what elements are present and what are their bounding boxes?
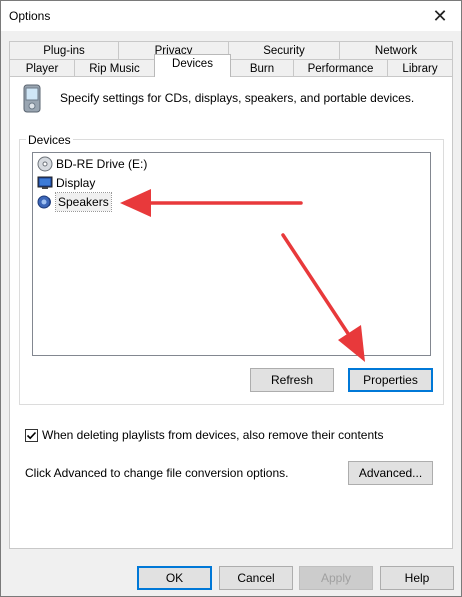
- list-item[interactable]: Speakers: [37, 192, 112, 212]
- help-button[interactable]: Help: [380, 566, 454, 590]
- tab-network[interactable]: Network: [339, 41, 453, 60]
- cancel-button[interactable]: Cancel: [219, 566, 293, 590]
- properties-button[interactable]: Properties: [348, 368, 433, 392]
- devices-list[interactable]: BD-RE Drive (E:) Display Speakers: [32, 152, 431, 356]
- delete-option-checkbox[interactable]: [25, 428, 38, 442]
- tab-plug-ins[interactable]: Plug-ins: [9, 41, 119, 60]
- delete-option-row[interactable]: When deleting playlists from devices, al…: [25, 428, 384, 442]
- tab-security[interactable]: Security: [228, 41, 340, 60]
- devices-group-label: Devices: [26, 133, 73, 147]
- window-title: Options: [9, 9, 51, 23]
- tab-devices[interactable]: Devices: [154, 54, 231, 77]
- delete-option-label: When deleting playlists from devices, al…: [42, 428, 384, 442]
- disc-drive-icon: [37, 156, 53, 172]
- title-bar: Options ✕: [1, 1, 461, 31]
- apply-button: Apply: [299, 566, 373, 590]
- intro-text: Specify settings for CDs, displays, spea…: [60, 91, 415, 105]
- advanced-button[interactable]: Advanced...: [348, 461, 433, 485]
- device-label: BD-RE Drive (E:): [56, 157, 148, 171]
- monitor-icon: [37, 175, 53, 191]
- close-icon[interactable]: ✕: [429, 5, 451, 27]
- portable-device-icon: [21, 84, 43, 117]
- ok-button[interactable]: OK: [137, 566, 212, 590]
- speaker-icon: [37, 194, 53, 210]
- refresh-button[interactable]: Refresh: [250, 368, 334, 392]
- advanced-hint: Click Advanced to change file conversion…: [25, 466, 289, 480]
- device-label: Speakers: [55, 192, 112, 212]
- device-label: Display: [56, 176, 96, 190]
- list-item[interactable]: Display: [37, 174, 95, 192]
- list-item[interactable]: BD-RE Drive (E:): [37, 155, 147, 173]
